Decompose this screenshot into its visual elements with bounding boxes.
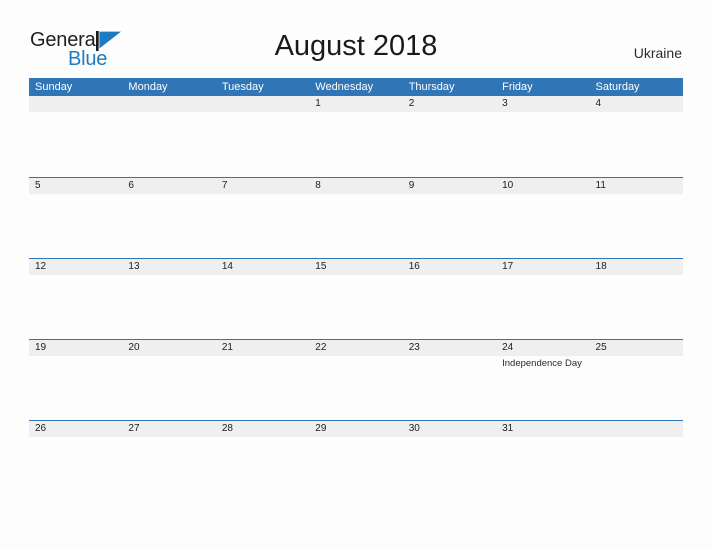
day-number[interactable]: 29 bbox=[309, 421, 402, 437]
day-header-sunday: Sunday bbox=[35, 81, 73, 93]
day-number[interactable]: 19 bbox=[29, 340, 122, 356]
day-number[interactable]: 26 bbox=[29, 421, 122, 437]
day-of-week-header-row: Sunday Monday Tuesday Wednesday Thursday… bbox=[29, 78, 683, 96]
week-row: 5 6 7 8 9 10 11 bbox=[29, 177, 683, 258]
day-cell[interactable] bbox=[216, 112, 309, 175]
day-number[interactable]: 12 bbox=[29, 259, 122, 275]
day-number[interactable]: 17 bbox=[496, 259, 589, 275]
day-number[interactable]: 16 bbox=[403, 259, 496, 275]
day-number[interactable]: 10 bbox=[496, 178, 589, 194]
day-event: Independence Day bbox=[502, 358, 582, 369]
day-cell[interactable] bbox=[216, 194, 309, 257]
day-number[interactable]: 6 bbox=[122, 178, 215, 194]
day-number[interactable] bbox=[29, 96, 122, 112]
day-number[interactable] bbox=[122, 96, 215, 112]
day-cell[interactable] bbox=[122, 112, 215, 175]
day-number[interactable]: 7 bbox=[216, 178, 309, 194]
day-header-saturday: Saturday bbox=[595, 81, 640, 93]
day-number[interactable]: 11 bbox=[590, 178, 683, 194]
day-cell[interactable] bbox=[216, 356, 309, 419]
week-event-band bbox=[29, 437, 683, 500]
day-cell[interactable] bbox=[590, 356, 683, 419]
day-cell[interactable] bbox=[403, 275, 496, 338]
country-label: Ukraine bbox=[633, 45, 682, 61]
day-cell[interactable] bbox=[122, 437, 215, 500]
day-number[interactable]: 24 bbox=[496, 340, 589, 356]
day-cell[interactable] bbox=[216, 437, 309, 500]
week-row: 19 20 21 22 23 24 25 Independence Day bbox=[29, 339, 683, 420]
day-cell[interactable] bbox=[496, 275, 589, 338]
day-cell[interactable] bbox=[29, 356, 122, 419]
day-cell[interactable] bbox=[590, 112, 683, 175]
day-number[interactable]: 4 bbox=[590, 96, 683, 112]
day-number[interactable] bbox=[590, 421, 683, 437]
week-row: 1 2 3 4 bbox=[29, 96, 683, 177]
day-number[interactable]: 8 bbox=[309, 178, 402, 194]
day-cell[interactable] bbox=[29, 275, 122, 338]
day-cell[interactable] bbox=[29, 194, 122, 257]
calendar-grid: Sunday Monday Tuesday Wednesday Thursday… bbox=[29, 78, 683, 501]
week-number-band: 19 20 21 22 23 24 25 bbox=[29, 340, 683, 356]
day-number[interactable] bbox=[216, 96, 309, 112]
day-cell[interactable] bbox=[309, 275, 402, 338]
day-cell[interactable] bbox=[216, 275, 309, 338]
day-cell[interactable] bbox=[29, 112, 122, 175]
day-cell[interactable] bbox=[122, 275, 215, 338]
day-number[interactable]: 20 bbox=[122, 340, 215, 356]
day-number[interactable]: 15 bbox=[309, 259, 402, 275]
week-row: 26 27 28 29 30 31 bbox=[29, 420, 683, 501]
day-number[interactable]: 3 bbox=[496, 96, 589, 112]
week-number-band: 5 6 7 8 9 10 11 bbox=[29, 178, 683, 194]
page-header: General Blue August 2018 Ukraine bbox=[0, 0, 712, 76]
week-number-band: 1 2 3 4 bbox=[29, 96, 683, 112]
day-number[interactable]: 5 bbox=[29, 178, 122, 194]
day-number[interactable]: 13 bbox=[122, 259, 215, 275]
day-header-monday: Monday bbox=[128, 81, 168, 93]
day-number[interactable]: 9 bbox=[403, 178, 496, 194]
day-number[interactable]: 27 bbox=[122, 421, 215, 437]
day-number[interactable]: 21 bbox=[216, 340, 309, 356]
day-cell[interactable] bbox=[309, 356, 402, 419]
day-number[interactable]: 23 bbox=[403, 340, 496, 356]
day-header-tuesday: Tuesday bbox=[221, 81, 264, 93]
day-cell[interactable] bbox=[403, 194, 496, 257]
day-cell[interactable] bbox=[309, 112, 402, 175]
week-number-band: 12 13 14 15 16 17 18 bbox=[29, 259, 683, 275]
page-title: August 2018 bbox=[274, 30, 438, 62]
day-number[interactable]: 14 bbox=[216, 259, 309, 275]
day-cell[interactable] bbox=[496, 112, 589, 175]
day-number[interactable]: 1 bbox=[309, 96, 402, 112]
day-cell[interactable] bbox=[309, 194, 402, 257]
day-number[interactable]: 31 bbox=[496, 421, 589, 437]
day-cell[interactable] bbox=[403, 356, 496, 419]
week-row: 12 13 14 15 16 17 18 bbox=[29, 258, 683, 339]
week-event-band bbox=[29, 112, 683, 175]
day-cell[interactable] bbox=[29, 437, 122, 500]
day-header-thursday: Thursday bbox=[408, 81, 455, 93]
day-cell[interactable] bbox=[496, 437, 589, 500]
calendar-page: General Blue August 2018 Ukraine Sunday … bbox=[0, 0, 712, 550]
day-number[interactable]: 30 bbox=[403, 421, 496, 437]
day-number[interactable]: 18 bbox=[590, 259, 683, 275]
week-event-band bbox=[29, 194, 683, 257]
week-event-band: Independence Day bbox=[29, 356, 683, 419]
day-header-friday: Friday bbox=[502, 81, 533, 93]
day-cell[interactable] bbox=[309, 437, 402, 500]
day-number[interactable]: 22 bbox=[309, 340, 402, 356]
day-number[interactable]: 25 bbox=[590, 340, 683, 356]
day-header-wednesday: Wednesday bbox=[315, 81, 374, 93]
day-cell[interactable] bbox=[496, 194, 589, 257]
day-number[interactable]: 2 bbox=[403, 96, 496, 112]
day-cell[interactable] bbox=[590, 275, 683, 338]
week-event-band bbox=[29, 275, 683, 338]
day-cell-independence-day[interactable]: Independence Day bbox=[496, 356, 589, 419]
day-cell[interactable] bbox=[403, 112, 496, 175]
day-cell[interactable] bbox=[590, 194, 683, 257]
day-cell[interactable] bbox=[122, 356, 215, 419]
day-cell[interactable] bbox=[403, 437, 496, 500]
day-cell[interactable] bbox=[590, 437, 683, 500]
day-number[interactable]: 28 bbox=[216, 421, 309, 437]
week-number-band: 26 27 28 29 30 31 bbox=[29, 421, 683, 437]
day-cell[interactable] bbox=[122, 194, 215, 257]
